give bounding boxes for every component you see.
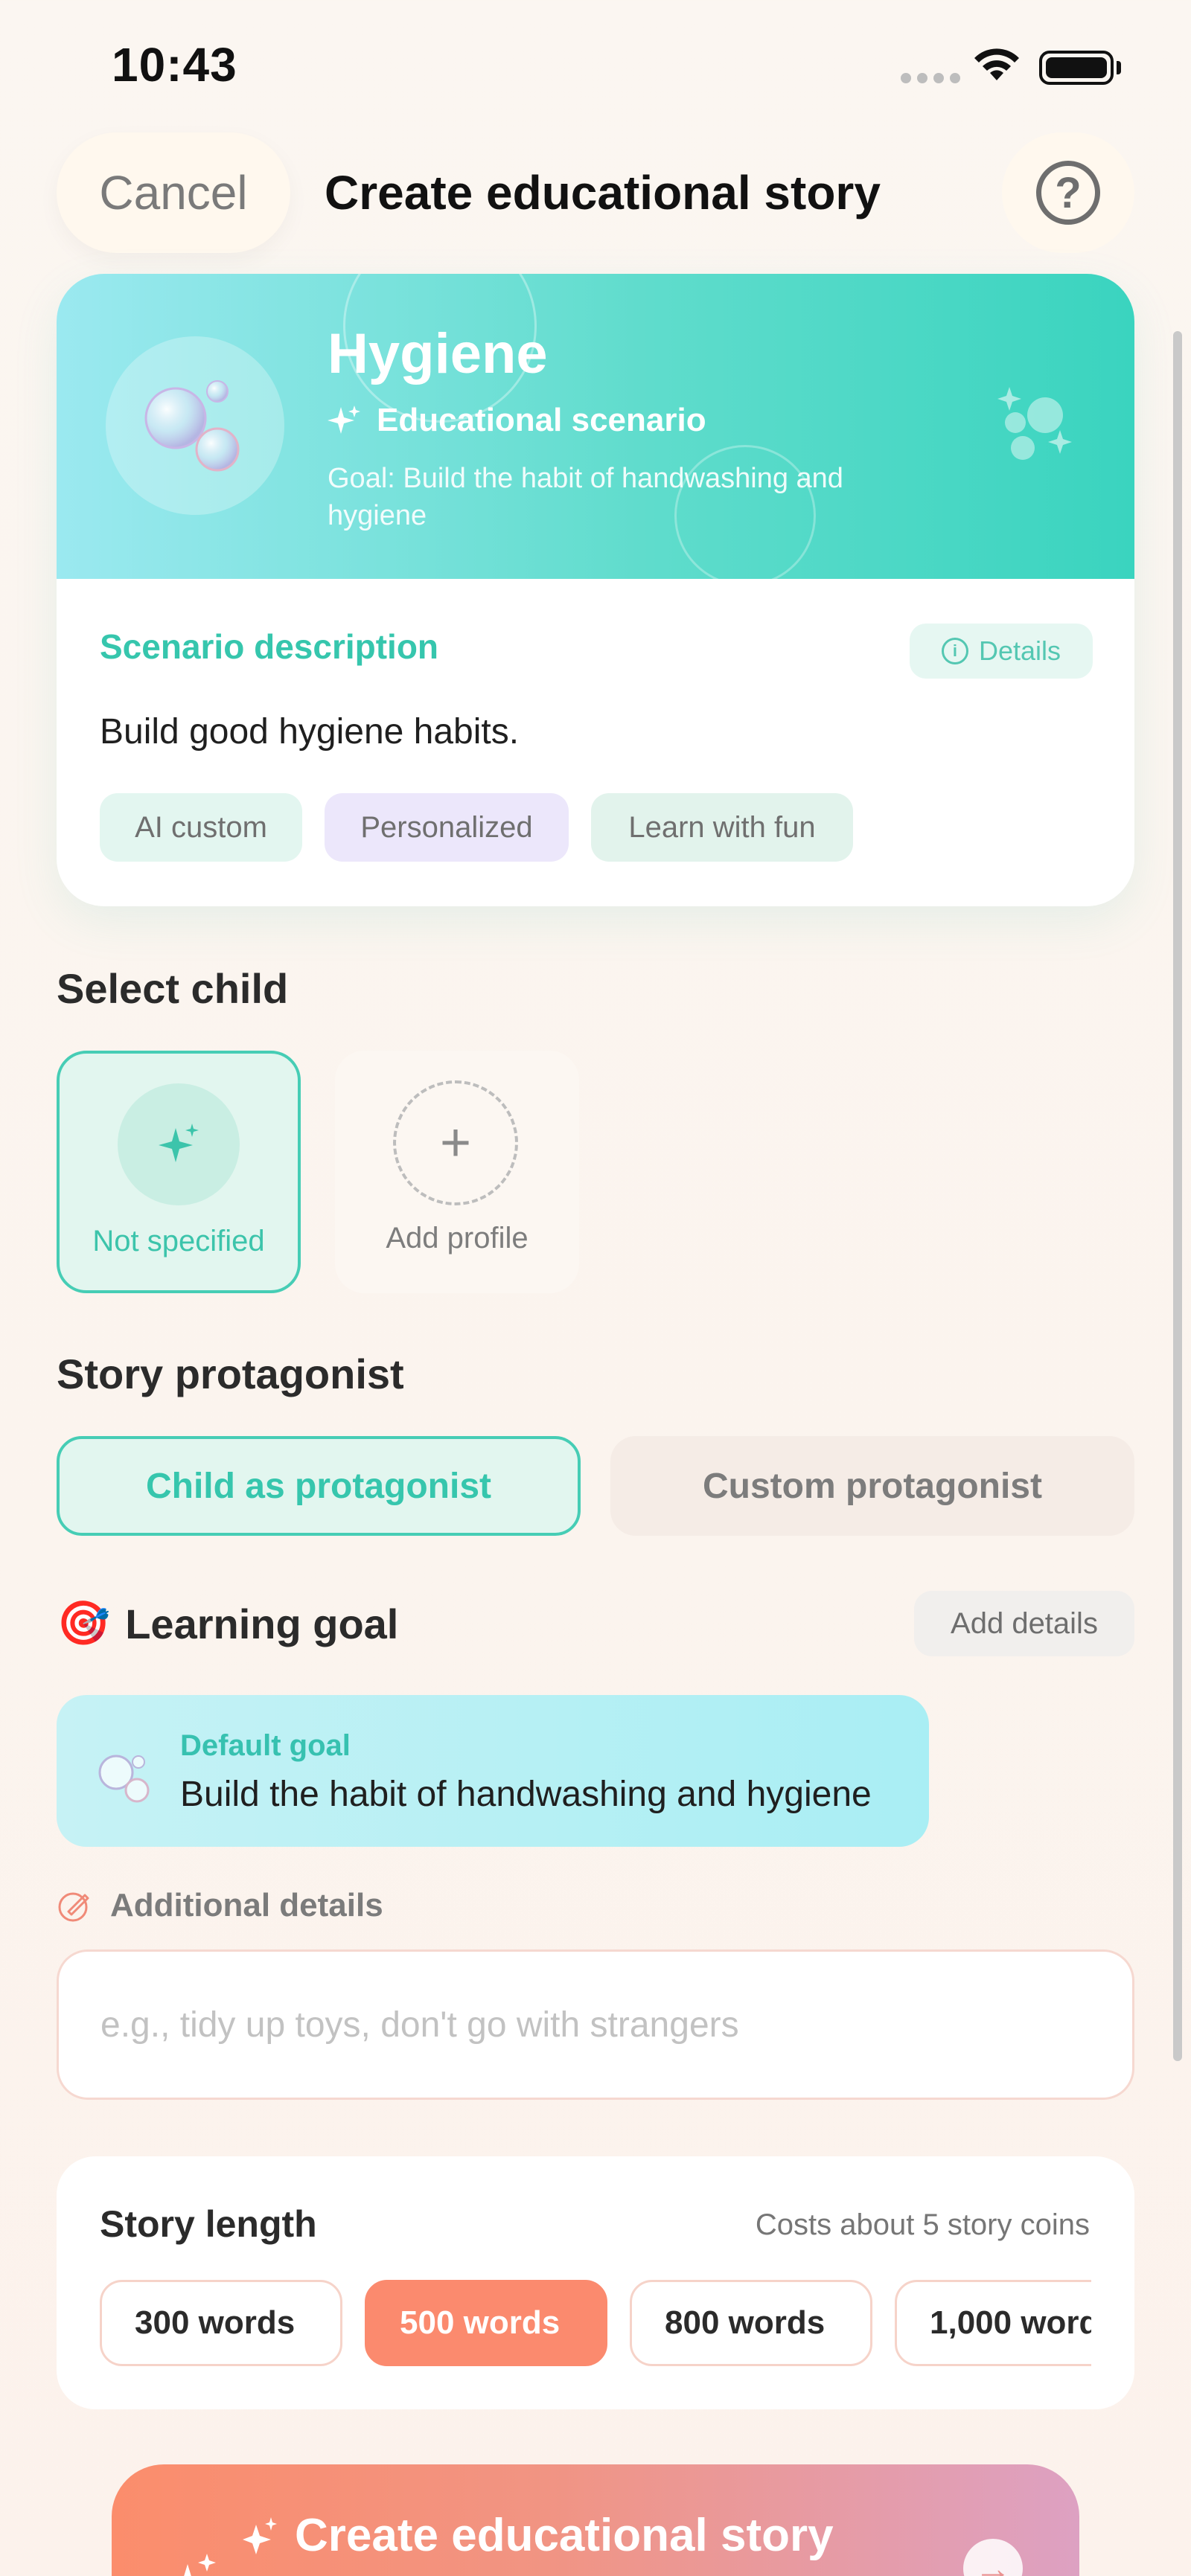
wifi-icon [974,48,1019,80]
default-goal-label: Default goal [180,1729,351,1762]
length-option-300[interactable]: 300 words [100,2280,342,2366]
status-time: 10:43 [112,38,237,92]
child-option-not-specified[interactable]: Not specified [57,1051,301,1293]
scrollbar[interactable] [1173,331,1182,2061]
child-protagonist-button[interactable]: Child as protagonist [57,1436,581,1536]
edit-icon [58,1892,89,1922]
help-icon: ? [1036,161,1100,225]
battery-icon [1039,51,1114,85]
help-button[interactable]: ? [1002,132,1134,253]
soap-bubbles-icon [106,336,284,515]
additional-details-input[interactable] [57,1949,1134,2100]
child-option-label: Not specified [92,1225,265,1257]
sparkle-icon [243,2516,277,2554]
bubbles-decoration-icon [997,387,1072,460]
story-cost: Costs about 5 story coins [755,2208,1090,2241]
select-child-title: Select child [57,965,289,1012]
tag-learn-with-fun: Learn with fun [591,793,853,862]
add-profile-button[interactable]: + Add profile [335,1051,579,1293]
protagonist-title: Story protagonist [57,1351,404,1397]
scenario-card: Hygiene Educational scenario Goal: Build… [57,274,1134,906]
scenario-subtitle: Educational scenario [377,402,706,438]
sparkle-icon [159,1124,199,1162]
info-icon: i [941,638,968,664]
create-story-label: Create educational story [295,2510,834,2561]
length-option-500[interactable]: 500 words [365,2280,607,2366]
create-story-button[interactable]: Create educational story → [112,2464,1079,2576]
tag-personalized: Personalized [325,793,569,862]
scenario-header: Hygiene Educational scenario Goal: Build… [57,274,1134,579]
default-goal-text: Build the habit of handwashing and hygie… [180,1775,872,1814]
story-length-title: Story length [100,2203,317,2245]
length-option-800[interactable]: 800 words [630,2280,872,2366]
page-title: Create educational story [325,166,881,220]
cancel-button[interactable]: Cancel [57,132,290,253]
sparkle-icon [184,2554,216,2576]
scenario-goal: Goal: Build the habit of handwashing and… [328,463,843,531]
learning-goal-title: Learning goal [125,1600,399,1647]
tag-ai-custom: AI custom [100,793,302,862]
story-length-card: Story length Costs about 5 story coins 3… [57,2156,1134,2409]
default-goal-card: Default goal Build the habit of handwash… [57,1695,929,1847]
arrow-right-icon: → [963,2539,1023,2576]
scenario-description: Build good hygiene habits. [100,712,520,752]
length-option-1000[interactable]: 1,000 words [895,2280,1091,2366]
signal-icon [901,73,960,83]
scenario-title: Hygiene [328,322,548,385]
soap-bubbles-icon [98,1755,150,1803]
custom-protagonist-button[interactable]: Custom protagonist [610,1436,1134,1536]
sparkle-icon [328,406,360,434]
scenario-description-title: Scenario description [100,627,439,666]
story-length-options: 300 words 500 words 800 words 1,000 word… [100,2280,1091,2369]
details-button[interactable]: i Details [910,624,1093,679]
additional-details-label: Additional details [110,1887,383,1923]
add-profile-label: Add profile [386,1222,529,1255]
add-details-button[interactable]: Add details [914,1591,1134,1656]
target-icon: 🎯 [57,1599,111,1647]
plus-icon: + [393,1080,518,1205]
